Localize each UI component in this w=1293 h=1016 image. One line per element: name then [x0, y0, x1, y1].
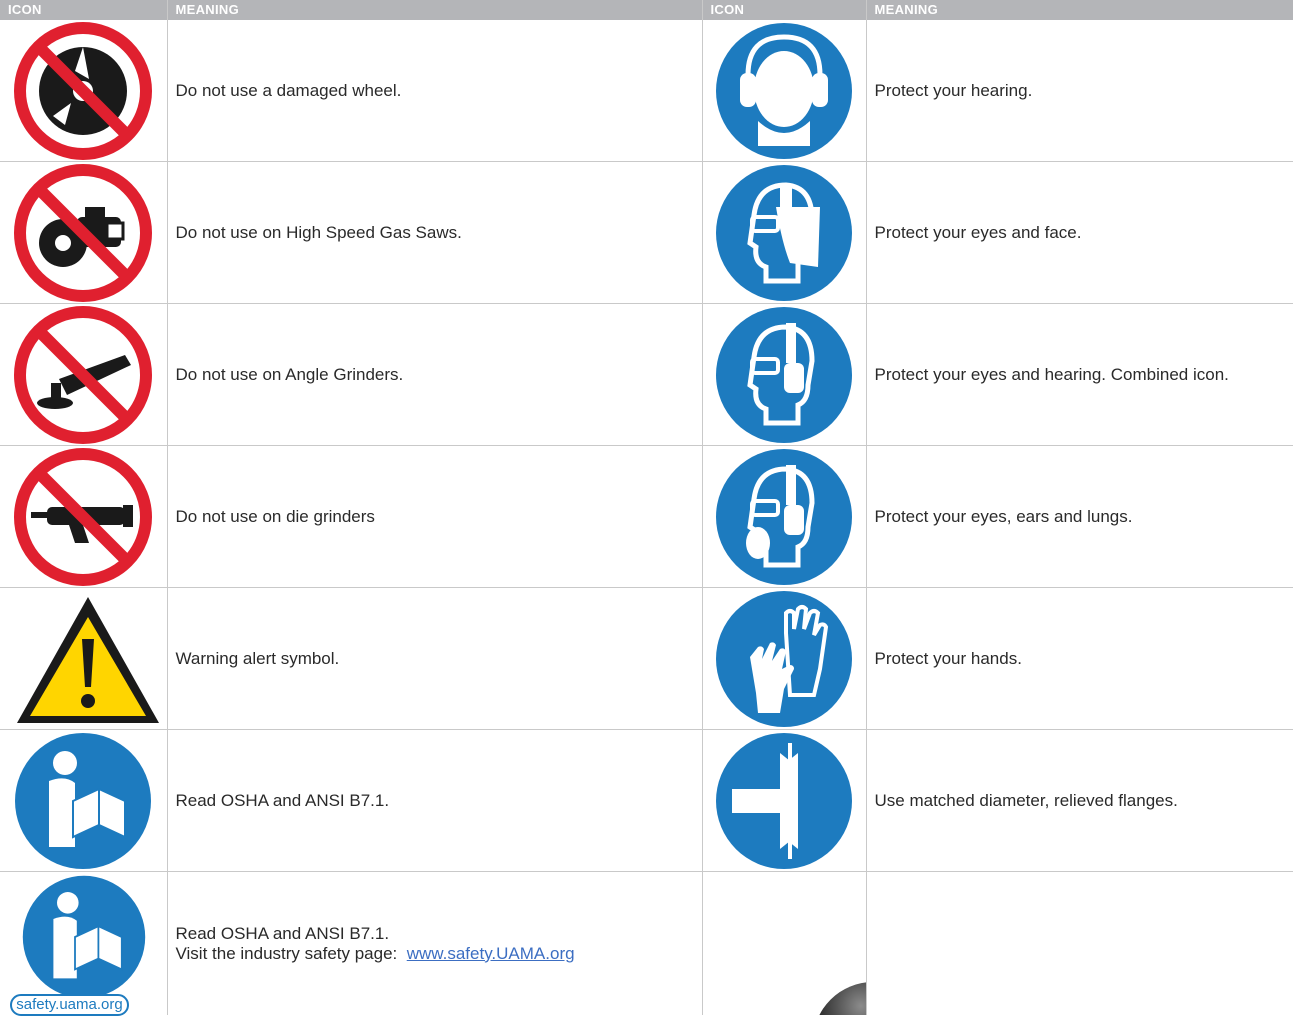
eye-ear-lung-protection-icon	[714, 447, 854, 587]
safety-page-link[interactable]: www.safety.UAMA.org	[407, 944, 575, 963]
icon-cell	[702, 20, 867, 162]
meaning-line-1: Read OSHA and ANSI B7.1.	[175, 923, 390, 943]
read-manual-icon	[23, 875, 146, 998]
table-row: Do not use on High Speed Gas Saws. Prote…	[0, 161, 1293, 304]
no-die-grinder-icon	[13, 447, 153, 587]
icon-cell	[0, 161, 168, 304]
meaning-text: Protect your eyes, ears and lungs.	[866, 445, 1293, 588]
meaning-column-header-2: MEANING	[866, 0, 1293, 20]
meaning-text: Do not use on High Speed Gas Saws.	[167, 161, 703, 304]
table-row: Do not use on Angle Grinders. Protect yo…	[0, 303, 1293, 446]
table-row: Warning alert symbol. Protect your hands…	[0, 587, 1293, 730]
meaning-text: Protect your hearing.	[866, 20, 1293, 162]
eye-hearing-protection-icon	[714, 305, 854, 445]
icon-cell	[0, 445, 168, 588]
icon-cell	[702, 445, 867, 588]
meaning-text: Protect your eyes and hearing. Combined …	[866, 303, 1293, 446]
meaning-text: Do not use on die grinders	[167, 445, 703, 588]
read-manual-icon: safety.uama.org	[8, 874, 158, 1016]
icon-cell	[0, 729, 168, 872]
hand-protection-icon	[714, 589, 854, 729]
icon-cell	[0, 303, 168, 446]
table-header-row: ICON MEANING ICON MEANING	[0, 0, 1293, 20]
matched-flanges-icon	[714, 731, 854, 871]
meaning-text: Use matched diameter, relieved flanges.	[866, 729, 1293, 872]
meaning-text: Protect your eyes and face.	[866, 161, 1293, 304]
no-angle-grinder-icon	[13, 305, 153, 445]
no-damaged-wheel-icon	[13, 21, 153, 161]
meaning-text: Warning alert symbol.	[167, 587, 703, 730]
icon-cell: safety.uama.org	[0, 871, 168, 1016]
meaning-column-header: MEANING	[167, 0, 703, 20]
meaning-text: Read OSHA and ANSI B7.1. Visit the indus…	[167, 871, 703, 1015]
visit-safety-page-label: Visit the industry safety page:	[175, 943, 398, 963]
icon-cell	[702, 161, 867, 304]
read-manual-icon	[13, 731, 153, 871]
safety-site-badge: safety.uama.org	[10, 993, 129, 1016]
icon-cell	[0, 20, 168, 162]
warning-triangle-icon	[13, 589, 160, 729]
table-row: Do not use on die grinders Protect your …	[0, 445, 1293, 588]
table-row: Do not use a damaged wheel. Protect your…	[0, 20, 1293, 162]
meaning-text: Do not use on Angle Grinders.	[167, 303, 703, 446]
meaning-text: Protect your hands.	[866, 587, 1293, 730]
safety-icon-table: ICON MEANING ICON MEANING Do not use a d…	[0, 0, 1293, 1016]
no-gas-saw-icon	[13, 163, 153, 303]
hearing-protection-icon	[714, 21, 854, 161]
icon-cell	[702, 303, 867, 446]
icon-cell	[702, 729, 867, 872]
empty-meaning-cell	[866, 871, 1293, 1015]
empty-icon-cell	[702, 871, 867, 1015]
meaning-text: Read OSHA and ANSI B7.1.	[167, 729, 703, 872]
partial-photo	[812, 982, 865, 1015]
eye-face-protection-icon	[714, 163, 854, 303]
table-row: safety.uama.org Read OSHA and ANSI B7.1.…	[0, 871, 1293, 1016]
icon-cell	[702, 587, 867, 730]
meaning-text: Do not use a damaged wheel.	[167, 20, 703, 162]
icon-column-header-2: ICON	[702, 0, 867, 20]
meaning-line-2: Visit the industry safety page: www.safe…	[176, 944, 701, 964]
icon-column-header: ICON	[0, 0, 168, 20]
table-row: Read OSHA and ANSI B7.1. Use matched dia…	[0, 729, 1293, 872]
icon-cell	[0, 587, 168, 730]
